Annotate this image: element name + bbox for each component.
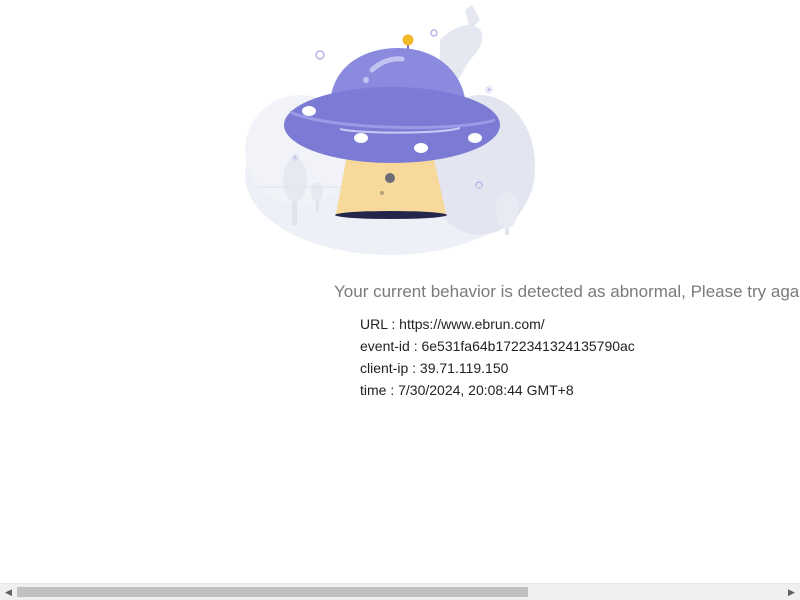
scrollbar-thumb[interactable] (17, 587, 528, 597)
detail-url: URL : https://www.ebrun.com/ (360, 316, 545, 332)
scroll-left-arrow-icon[interactable]: ◀ (0, 584, 17, 600)
request-details: URL : https://www.ebrun.com/ event-id : … (360, 313, 635, 401)
horizontal-scrollbar[interactable]: ◀ ▶ (0, 583, 800, 600)
detail-event-id: event-id : 6e531fa64b1722341324135790ac (360, 338, 635, 354)
detail-client-ip: client-ip : 39.71.119.150 (360, 360, 509, 376)
svg-text:✳: ✳ (484, 83, 494, 97)
error-page: ✳ ✳ Your current behavior is detected as… (0, 0, 800, 600)
scroll-right-arrow-icon[interactable]: ▶ (783, 584, 800, 600)
svg-text:✳: ✳ (291, 153, 299, 164)
error-message: Your current behavior is detected as abn… (334, 282, 800, 301)
ufo-icon: ✳ ✳ (245, 5, 535, 255)
detail-time: time : 7/30/2024, 20:08:44 GMT+8 (360, 382, 574, 398)
